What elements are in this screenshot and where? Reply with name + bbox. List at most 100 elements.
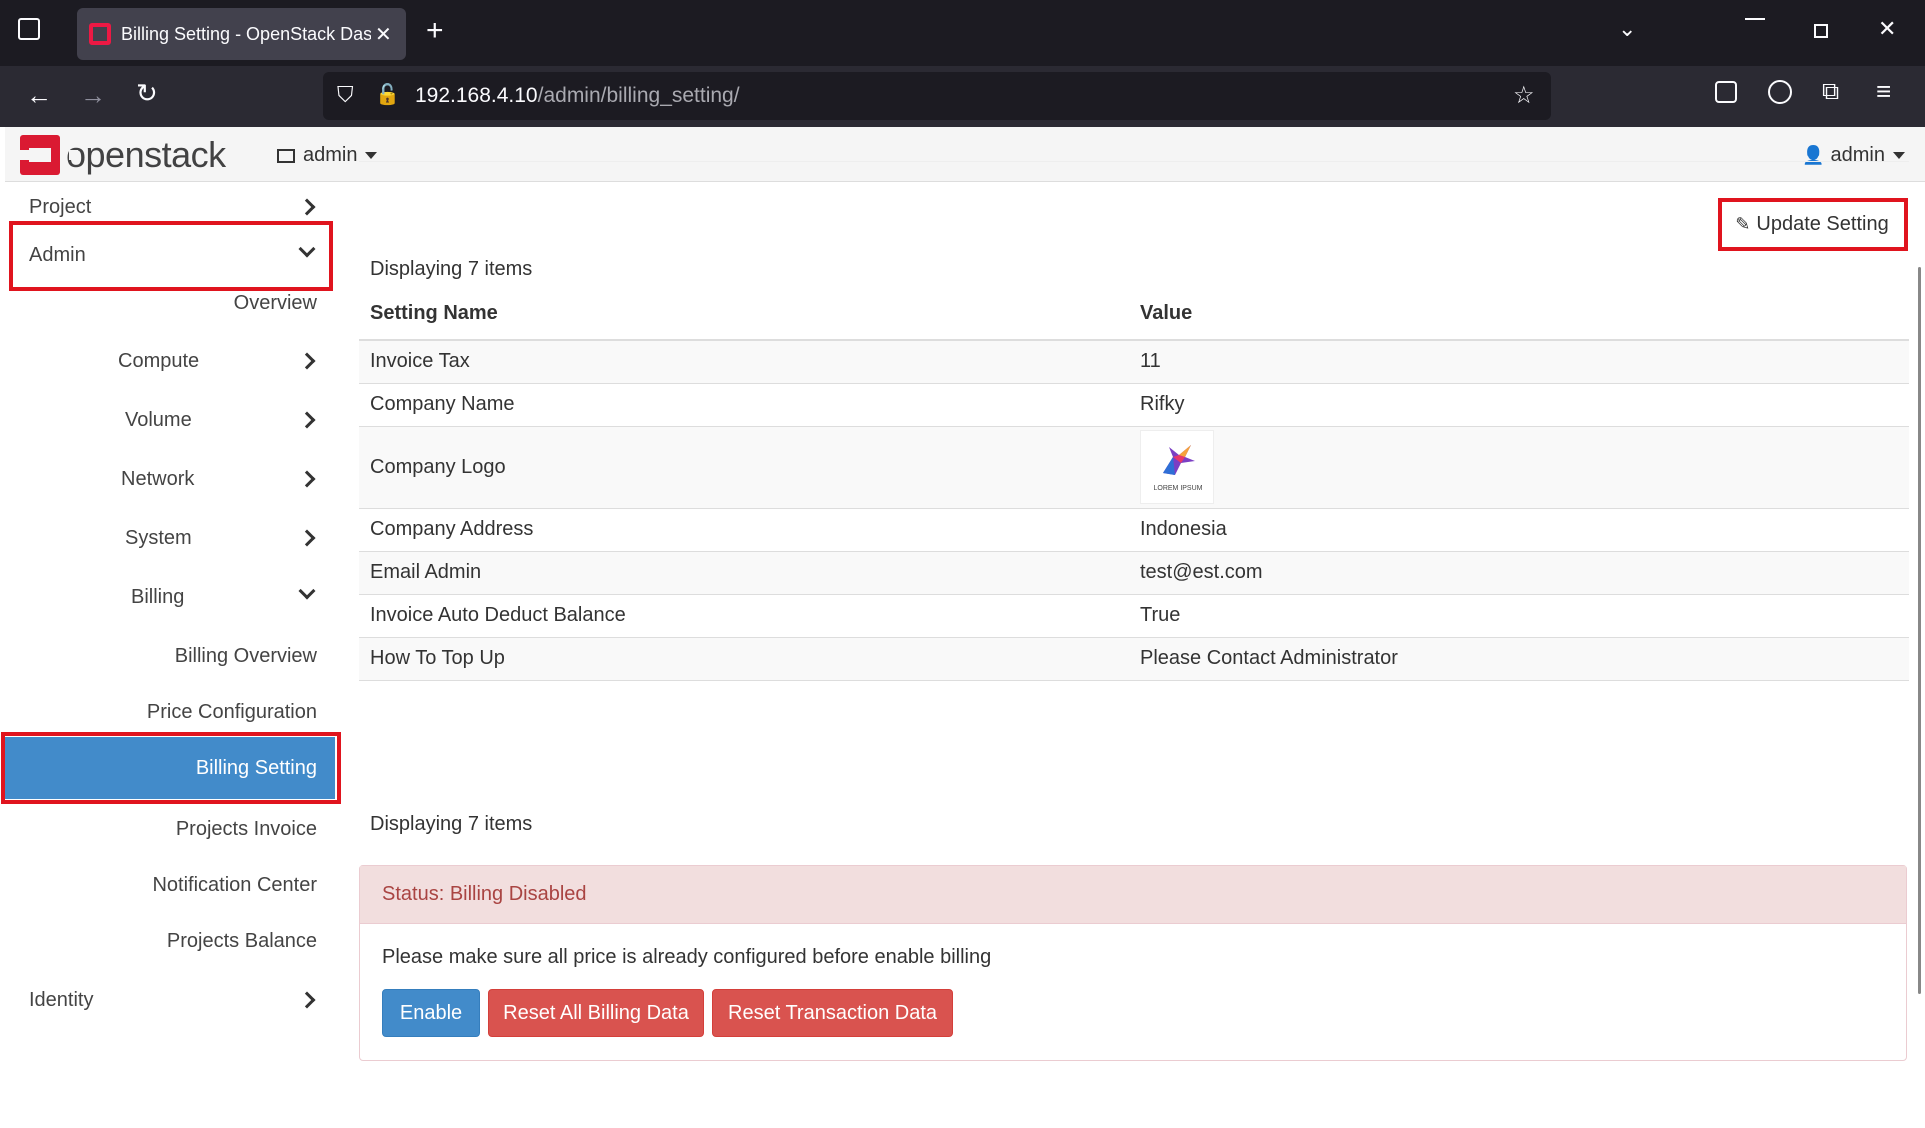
setting-name: Email Admin (359, 550, 1129, 594)
column-header-value[interactable]: Value (1129, 288, 1909, 341)
account-icon[interactable] (1768, 80, 1792, 104)
url-text[interactable]: 192.168.4.10/admin/billing_setting/ (415, 84, 740, 108)
caret-down-icon (1893, 152, 1905, 159)
highlight-update-setting (1718, 198, 1908, 251)
caret-down-icon (365, 152, 378, 159)
chevron-right-icon (298, 991, 316, 1009)
sidebar-item-notification-center[interactable]: Notification Center (5, 861, 317, 909)
user-icon: 👤 (1802, 145, 1825, 165)
minimize-window-icon[interactable] (1745, 18, 1765, 20)
openstack-logo[interactable]: openstack (20, 134, 226, 175)
setting-value: Rifky (1129, 382, 1909, 426)
billing-settings-table: Setting Name Value Invoice Tax 11 Compan… (359, 288, 1909, 681)
tab-list-icon[interactable] (18, 18, 40, 40)
setting-name: Company Logo (359, 425, 1129, 508)
scrollbar[interactable] (1918, 267, 1921, 994)
table-row: Email Admin test@est.com (359, 550, 1909, 594)
logo-text: openstack (66, 134, 226, 175)
list-all-tabs-icon[interactable]: ⌄ (1618, 16, 1636, 42)
sidebar-item-identity[interactable]: Identity (5, 976, 335, 1024)
sidebar-item-label: Projects Balance (166, 929, 317, 952)
reload-icon[interactable]: ↻ (136, 78, 158, 109)
enable-billing-button[interactable]: Enable (382, 989, 480, 1037)
setting-value: LOREM IPSUM (1129, 425, 1909, 508)
chevron-right-icon (298, 352, 316, 370)
user-menu[interactable]: 👤 admin (1802, 144, 1905, 167)
setting-name: Invoice Auto Deduct Balance (359, 593, 1129, 637)
sidebar-item-label: Billing (131, 585, 185, 608)
browser-chrome: Billing Setting - OpenStack Dashboard ✕ … (0, 0, 1925, 127)
close-window-icon[interactable]: ✕ (1878, 16, 1896, 42)
setting-name: How To Top Up (359, 636, 1129, 681)
setting-name: Company Name (359, 382, 1129, 426)
sidebar-item-label: Project (29, 195, 92, 218)
restore-window-icon[interactable] (1814, 24, 1828, 38)
sidebar-item-label: Billing Overview (174, 644, 317, 667)
setting-name: Invoice Tax (359, 339, 1129, 383)
sidebar-item-system[interactable]: System (5, 514, 335, 562)
table-count-bottom: Displaying 7 items (370, 813, 533, 835)
extensions-icon[interactable]: ⧉ (1822, 78, 1839, 106)
table-row: Company Logo LOREM IPSUM (359, 425, 1909, 508)
openstack-logo-icon (20, 135, 78, 175)
openstack-favicon-icon (89, 23, 111, 45)
chevron-right-icon (298, 198, 316, 216)
reset-all-billing-data-button[interactable]: Reset All Billing Data (488, 989, 704, 1037)
browser-tab[interactable]: Billing Setting - OpenStack Dashboard ✕ (77, 8, 406, 60)
user-label: admin (1830, 144, 1885, 166)
sidebar-item-price-configuration[interactable]: Price Configuration (5, 688, 317, 736)
tab-title: Billing Setting - OpenStack Dashboard (121, 23, 371, 44)
sidebar-item-compute[interactable]: Compute (5, 337, 335, 385)
url-bar[interactable]: ⛉ 🔓 192.168.4.10/admin/billing_setting/ … (323, 72, 1551, 120)
chevron-right-icon (298, 411, 316, 429)
close-tab-icon[interactable]: ✕ (375, 22, 392, 47)
table-count-top: Displaying 7 items (370, 258, 533, 280)
sidebar-item-overview[interactable]: Overview (5, 279, 317, 327)
insecure-lock-icon[interactable]: 🔓 (375, 82, 400, 107)
sidebar-item-label: System (125, 526, 192, 549)
setting-value: Indonesia (1129, 507, 1909, 551)
sidebar: Project Admin Overview Compute Volume Ne… (1, 183, 341, 1053)
sidebar-item-projects-balance[interactable]: Projects Balance (5, 917, 317, 965)
sidebar-item-billing-overview[interactable]: Billing Overview (5, 632, 317, 680)
sidebar-item-label: Volume (125, 408, 192, 431)
setting-value: test@est.com (1129, 550, 1909, 594)
top-navbar: openstack admin 👤 admin (5, 127, 1925, 182)
sidebar-item-label: Projects Invoice (175, 817, 317, 840)
sidebar-item-label: Notification Center (152, 873, 317, 896)
table-header-row: Setting Name Value (359, 288, 1909, 341)
navigation-bar: ← → ↻ ⛉ 🔓 192.168.4.10/admin/billing_set… (0, 66, 1925, 127)
forward-icon[interactable]: → (80, 80, 106, 111)
menu-icon[interactable]: ≡ (1876, 76, 1891, 107)
project-switcher[interactable]: admin (277, 144, 378, 167)
status-heading: Status: Billing Disabled (360, 866, 1906, 924)
sidebar-item-projects-invoice[interactable]: Projects Invoice (5, 805, 317, 853)
highlight-billing-setting (1, 732, 341, 804)
table-row: Company Address Indonesia (359, 507, 1909, 551)
table-row: Invoice Tax 11 (359, 339, 1909, 383)
chevron-down-icon (298, 582, 316, 600)
billing-status-panel: Status: Billing Disabled Please make sur… (359, 865, 1907, 1061)
status-message: Please make sure all price is already co… (382, 946, 992, 968)
back-icon[interactable]: ← (26, 80, 52, 111)
new-tab-icon[interactable]: + (426, 14, 444, 48)
tab-bar: Billing Setting - OpenStack Dashboard ✕ … (0, 0, 1925, 66)
column-header-setting-name[interactable]: Setting Name (359, 288, 1129, 341)
reset-transaction-data-button[interactable]: Reset Transaction Data (712, 989, 953, 1037)
setting-value: Please Contact Administrator (1129, 636, 1909, 681)
sidebar-item-billing[interactable]: Billing (5, 573, 335, 621)
sidebar-item-label: Identity (29, 988, 94, 1011)
logo-caption: LOREM IPSUM (1153, 485, 1203, 492)
shield-icon[interactable]: ⛉ (337, 82, 354, 108)
pocket-icon[interactable] (1715, 81, 1737, 103)
chevron-right-icon (298, 529, 316, 547)
sidebar-item-label: Price Configuration (146, 700, 317, 723)
project-label: admin (303, 144, 358, 166)
sidebar-item-network[interactable]: Network (5, 455, 335, 503)
project-list-icon (277, 148, 295, 163)
table-row: How To Top Up Please Contact Administrat… (359, 636, 1909, 681)
sidebar-item-volume[interactable]: Volume (5, 396, 335, 444)
bookmark-star-icon[interactable]: ☆ (1513, 81, 1535, 110)
sidebar-item-label: Network (121, 467, 195, 490)
sidebar-item-label: Compute (118, 349, 200, 372)
